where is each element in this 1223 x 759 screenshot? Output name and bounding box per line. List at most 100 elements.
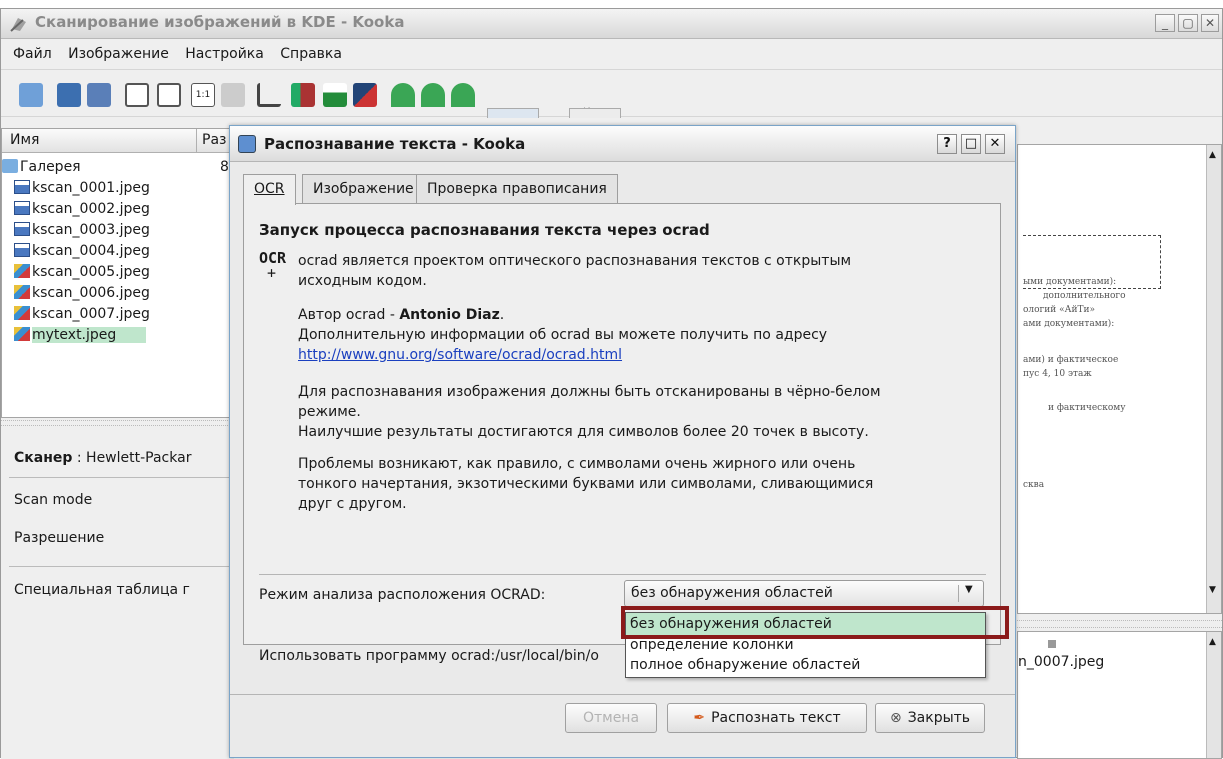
tab-image[interactable]: Изображение — [302, 174, 425, 204]
tab-spellcheck[interactable]: Проверка правописания — [416, 174, 618, 204]
minimize-button[interactable]: _ — [1155, 14, 1175, 32]
tree-file-item[interactable]: kscan_0006.jpeg — [2, 283, 233, 304]
document-text-line: и фактическому — [1048, 403, 1126, 413]
problems-line2: тонкого начертания, экзотическими буквам… — [298, 476, 874, 492]
tree-header: Имя Раз — [2, 129, 233, 153]
ocrad-desc-line1: ocrad является проектом оптического расп… — [298, 253, 852, 269]
rotate-180-icon[interactable] — [451, 83, 475, 107]
save-image-icon[interactable] — [57, 83, 81, 107]
ocr-tab-panel: Запуск процесса распознавания текста чер… — [243, 203, 1001, 664]
zoom-icon[interactable] — [221, 83, 245, 107]
thumbnail-scrollbar[interactable]: ▲ — [1206, 632, 1221, 758]
mirror-both-icon[interactable] — [353, 83, 377, 107]
tab-ocr-label: OCR — [254, 181, 285, 197]
ocrad-link[interactable]: http://www.gnu.org/software/ocrad/ocrad.… — [298, 345, 622, 365]
document-text-line: ологий «АйТи» — [1023, 305, 1095, 315]
divider — [9, 566, 234, 567]
tree-file-label: kscan_0001.jpeg — [32, 180, 150, 196]
fit-height-icon[interactable] — [157, 83, 181, 107]
column-divider[interactable] — [196, 129, 197, 152]
divider — [259, 574, 986, 575]
document-text-line: ами) и фактическое — [1023, 355, 1119, 365]
pen-icon: ✒ — [693, 710, 706, 726]
close-button[interactable]: ⊗ Закрыть — [875, 703, 985, 733]
scroll-down-icon[interactable]: ▼ — [1209, 585, 1216, 595]
more-info-text: Дополнительную информации об ocrad вы мо… — [298, 327, 828, 343]
close-label: Закрыть — [907, 710, 971, 726]
image-file-icon — [14, 264, 30, 278]
author-line: Автор ocrad - Antonio Diaz. — [298, 305, 504, 325]
image-file-icon — [14, 306, 30, 320]
maximize-dialog-button[interactable]: □ — [961, 134, 981, 154]
toolbar: 1:1 ĸ ✕ — [1, 69, 1222, 118]
scanner-name: Сканер : Hewlett-Packar — [14, 450, 191, 466]
pane-splitter[interactable] — [1017, 620, 1222, 628]
pane-splitter[interactable] — [1, 420, 234, 426]
problems-line1: Проблемы возникают, как правило, с симво… — [298, 456, 856, 472]
scanner-label: Сканер — [14, 450, 73, 466]
fit-width-icon[interactable] — [125, 83, 149, 107]
tab-ocr[interactable]: OCR — [243, 174, 296, 205]
tree-file-item[interactable]: kscan_0004.jpeg — [2, 241, 233, 262]
gamma-table-label: Специальная таблица г — [14, 582, 190, 598]
tab-preview[interactable] — [487, 108, 539, 118]
tree-file-label: kscan_0005.jpeg — [32, 264, 150, 280]
scroll-up-icon[interactable]: ▲ — [1209, 637, 1216, 647]
menu-help[interactable]: Справка — [280, 42, 342, 66]
author-name: Antonio Diaz — [399, 307, 500, 323]
help-button[interactable]: ? — [937, 134, 957, 154]
dialog-titlebar[interactable]: Распознавание текста - Kooka ? □ ✕ — [230, 126, 1015, 162]
save-as-icon[interactable] — [87, 83, 111, 107]
tree-file-item[interactable]: kscan_0002.jpeg — [2, 199, 233, 220]
tree-file-label: kscan_0006.jpeg — [32, 285, 150, 301]
requirements-text: Для распознавания изображения должны быт… — [298, 382, 881, 442]
tree-file-label: kscan_0002.jpeg — [32, 201, 150, 217]
rotate-ccw-icon[interactable] — [421, 83, 445, 107]
mode-option-full[interactable]: полное обнаружение областей — [626, 655, 985, 675]
folder-icon — [2, 159, 18, 173]
problems-line3: друг с другом. — [298, 496, 407, 512]
close-window-button[interactable]: ✕ — [1201, 14, 1219, 32]
original-size-icon[interactable]: 1:1 — [191, 83, 215, 107]
menu-image[interactable]: Изображение — [68, 42, 169, 66]
cancel-button[interactable]: Отмена — [565, 703, 657, 733]
tree-root-label: Галерея — [20, 159, 81, 175]
tree-file-item[interactable]: kscan_0005.jpeg — [2, 262, 233, 283]
tree-file-item[interactable]: kscan_0001.jpeg — [2, 178, 233, 199]
scroll-up-icon[interactable]: ▲ — [1209, 150, 1216, 160]
mirror-horizontal-icon[interactable] — [323, 83, 347, 107]
tab-search[interactable] — [569, 108, 621, 118]
tree-file-label: kscan_0004.jpeg — [32, 243, 150, 259]
mode-select[interactable]: без обнаружения областей ▼ — [624, 580, 984, 607]
close-circle-icon: ⊗ — [889, 710, 902, 726]
ocr-logo: OCR + — [259, 251, 286, 281]
tree-file-item[interactable]: kscan_0007.jpeg — [2, 304, 233, 325]
tree-root-size: 8 — [220, 159, 229, 175]
column-size[interactable]: Раз — [202, 132, 226, 148]
print-icon[interactable] — [19, 83, 43, 107]
scanner-settings: Сканер : Hewlett-Packar Scan mode Разреш… — [1, 420, 234, 759]
maximize-button[interactable]: ▢ — [1178, 14, 1198, 32]
menu-bar: Файл Изображение Настройка Справка — [1, 42, 1222, 66]
crop-icon[interactable] — [257, 83, 281, 107]
thumbnail-image[interactable] — [1048, 640, 1056, 648]
tree-file-item[interactable]: mytext.jpeg — [2, 325, 233, 346]
rotate-cw-icon[interactable] — [391, 83, 415, 107]
problems-text: Проблемы возникают, как правило, с симво… — [298, 454, 873, 514]
vertical-scrollbar[interactable]: ▲ ▼ — [1206, 145, 1221, 613]
column-name[interactable]: Имя — [10, 132, 39, 148]
recognize-button[interactable]: ✒ Распознать текст — [667, 703, 867, 733]
image-file-icon — [14, 285, 30, 299]
document-text-line: ыми документами): — [1023, 277, 1117, 287]
tree-root-gallery[interactable]: Галерея 8 — [2, 157, 233, 178]
ocr-heading: Запуск процесса распознавания текста чер… — [259, 221, 710, 239]
chevron-down-icon[interactable]: ▼ — [965, 584, 973, 595]
menu-settings[interactable]: Настройка — [185, 42, 264, 66]
close-dialog-button[interactable]: ✕ — [985, 134, 1005, 154]
divider — [9, 477, 234, 478]
mirror-vertical-icon[interactable] — [291, 83, 315, 107]
menu-file[interactable]: Файл — [13, 42, 52, 66]
window-titlebar[interactable]: Сканирование изображений в KDE - Kooka _… — [1, 9, 1222, 39]
document-text-line: ами документами): — [1023, 319, 1115, 329]
tree-file-item[interactable]: kscan_0003.jpeg — [2, 220, 233, 241]
